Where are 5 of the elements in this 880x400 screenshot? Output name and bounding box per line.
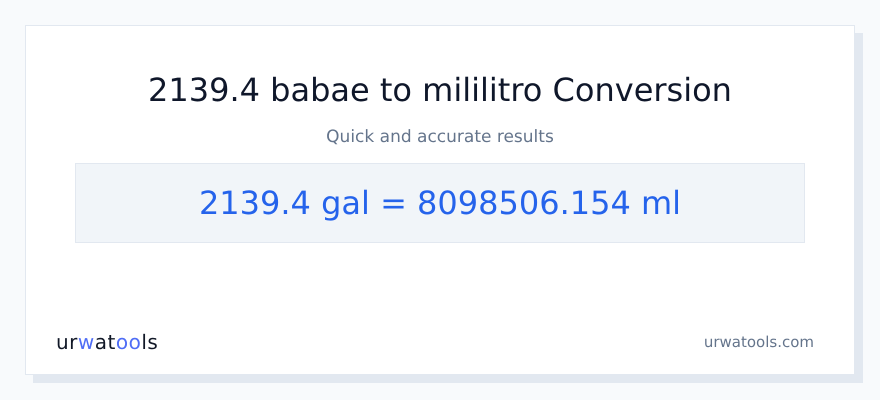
conversion-result: 2139.4 gal = 8098506.154 ml [75, 163, 805, 243]
site-address: urwatools.com [704, 333, 814, 351]
subtitle: Quick and accurate results [326, 127, 554, 147]
page-title: 2139.4 babae to mililitro Conversion [148, 70, 732, 111]
logo: urwatools [56, 330, 158, 354]
